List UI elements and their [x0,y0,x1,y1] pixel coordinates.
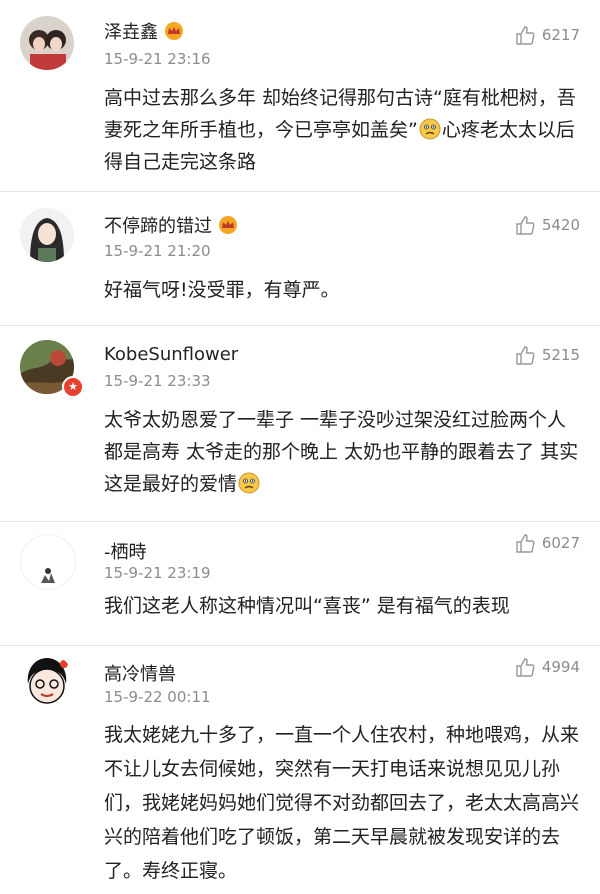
user-avatar-icon [21,535,75,589]
comment-text: 我们这老人称这种情况叫“喜丧” 是有福气的表现 [104,595,510,617]
like-count: 6027 [541,534,580,552]
avatar[interactable] [20,208,74,262]
comment-item: 泽垚鑫 15-9-21 23:16 6217 高中过去那么多年 却始终记得那句古… [0,0,600,192]
username[interactable]: 不停蹄的错过 [104,212,238,238]
avatar[interactable] [20,534,76,590]
username[interactable]: 泽垚鑫 [104,18,184,44]
comment-item: -栖時 15-9-21 23:19 6027 我们这老人称这种情况叫“喜丧” 是… [0,522,600,646]
vip-crown-icon [165,22,183,40]
comment-text: 好福气呀!没受罪，有尊严。 [104,279,340,301]
username[interactable]: KobeSunflower [104,344,238,365]
like-button[interactable]: 4994 [514,656,580,678]
username[interactable]: 高冷情兽 [104,660,176,686]
comment-item: ★ KobeSunflower 15-9-21 23:33 5215 太爷太奶恩… [0,326,600,522]
like-button[interactable]: 6027 [514,532,580,554]
comment-text: 太爷太奶恩爱了一辈子 一辈子没吵过架没红过脸两个人都是高寿 太爷走的那个晚上 太… [104,409,579,495]
thumbs-up-icon [516,346,535,365]
user-avatar-icon [20,208,74,262]
comment-text: 高中过去那么多年 却始终记得那句古诗“庭有枇杷树，吾妻死之年所手植也，今已亭亭如… [104,87,576,173]
sad-face-emoji-icon [419,118,441,140]
comment-time: 15-9-21 23:19 [104,564,211,582]
user-avatar-icon [20,654,74,708]
vip-crown-icon [219,216,237,234]
like-button[interactable]: 6217 [514,24,580,46]
avatar[interactable] [20,654,74,708]
like-count: 4994 [541,658,580,676]
user-avatar-icon [20,16,74,70]
avatar[interactable] [20,16,74,70]
like-count: 6217 [541,26,580,44]
thumbs-up-icon [516,534,535,553]
like-count: 5420 [541,216,580,234]
comment-item: 不停蹄的错过 15-9-21 21:20 5420 好福气呀!没受罪，有尊严。 [0,192,600,326]
like-count: 5215 [541,346,580,364]
comment-time: 15-9-21 23:33 [104,372,211,390]
verified-badge-icon: ★ [62,376,84,398]
username[interactable]: -栖時 [104,538,147,564]
comment-time: 15-9-21 23:16 [104,50,211,68]
like-button[interactable]: 5420 [514,214,580,236]
comment-item: 高冷情兽 15-9-22 00:11 4994 我太姥姥九十多了，一直一个人住农… [0,646,600,894]
comment-text: 我太姥姥九十多了，一直一个人住农村，种地喂鸡，从来不让儿女去伺候她，突然有一天打… [104,724,580,882]
comment-time: 15-9-21 21:20 [104,242,211,260]
comment-time: 15-9-22 00:11 [104,688,211,706]
sad-face-emoji-icon [238,472,260,494]
thumbs-up-icon [516,216,535,235]
like-button[interactable]: 5215 [514,344,580,366]
thumbs-up-icon [516,658,535,677]
thumbs-up-icon [516,26,535,45]
comment-list: 泽垚鑫 15-9-21 23:16 6217 高中过去那么多年 却始终记得那句古… [0,0,600,894]
